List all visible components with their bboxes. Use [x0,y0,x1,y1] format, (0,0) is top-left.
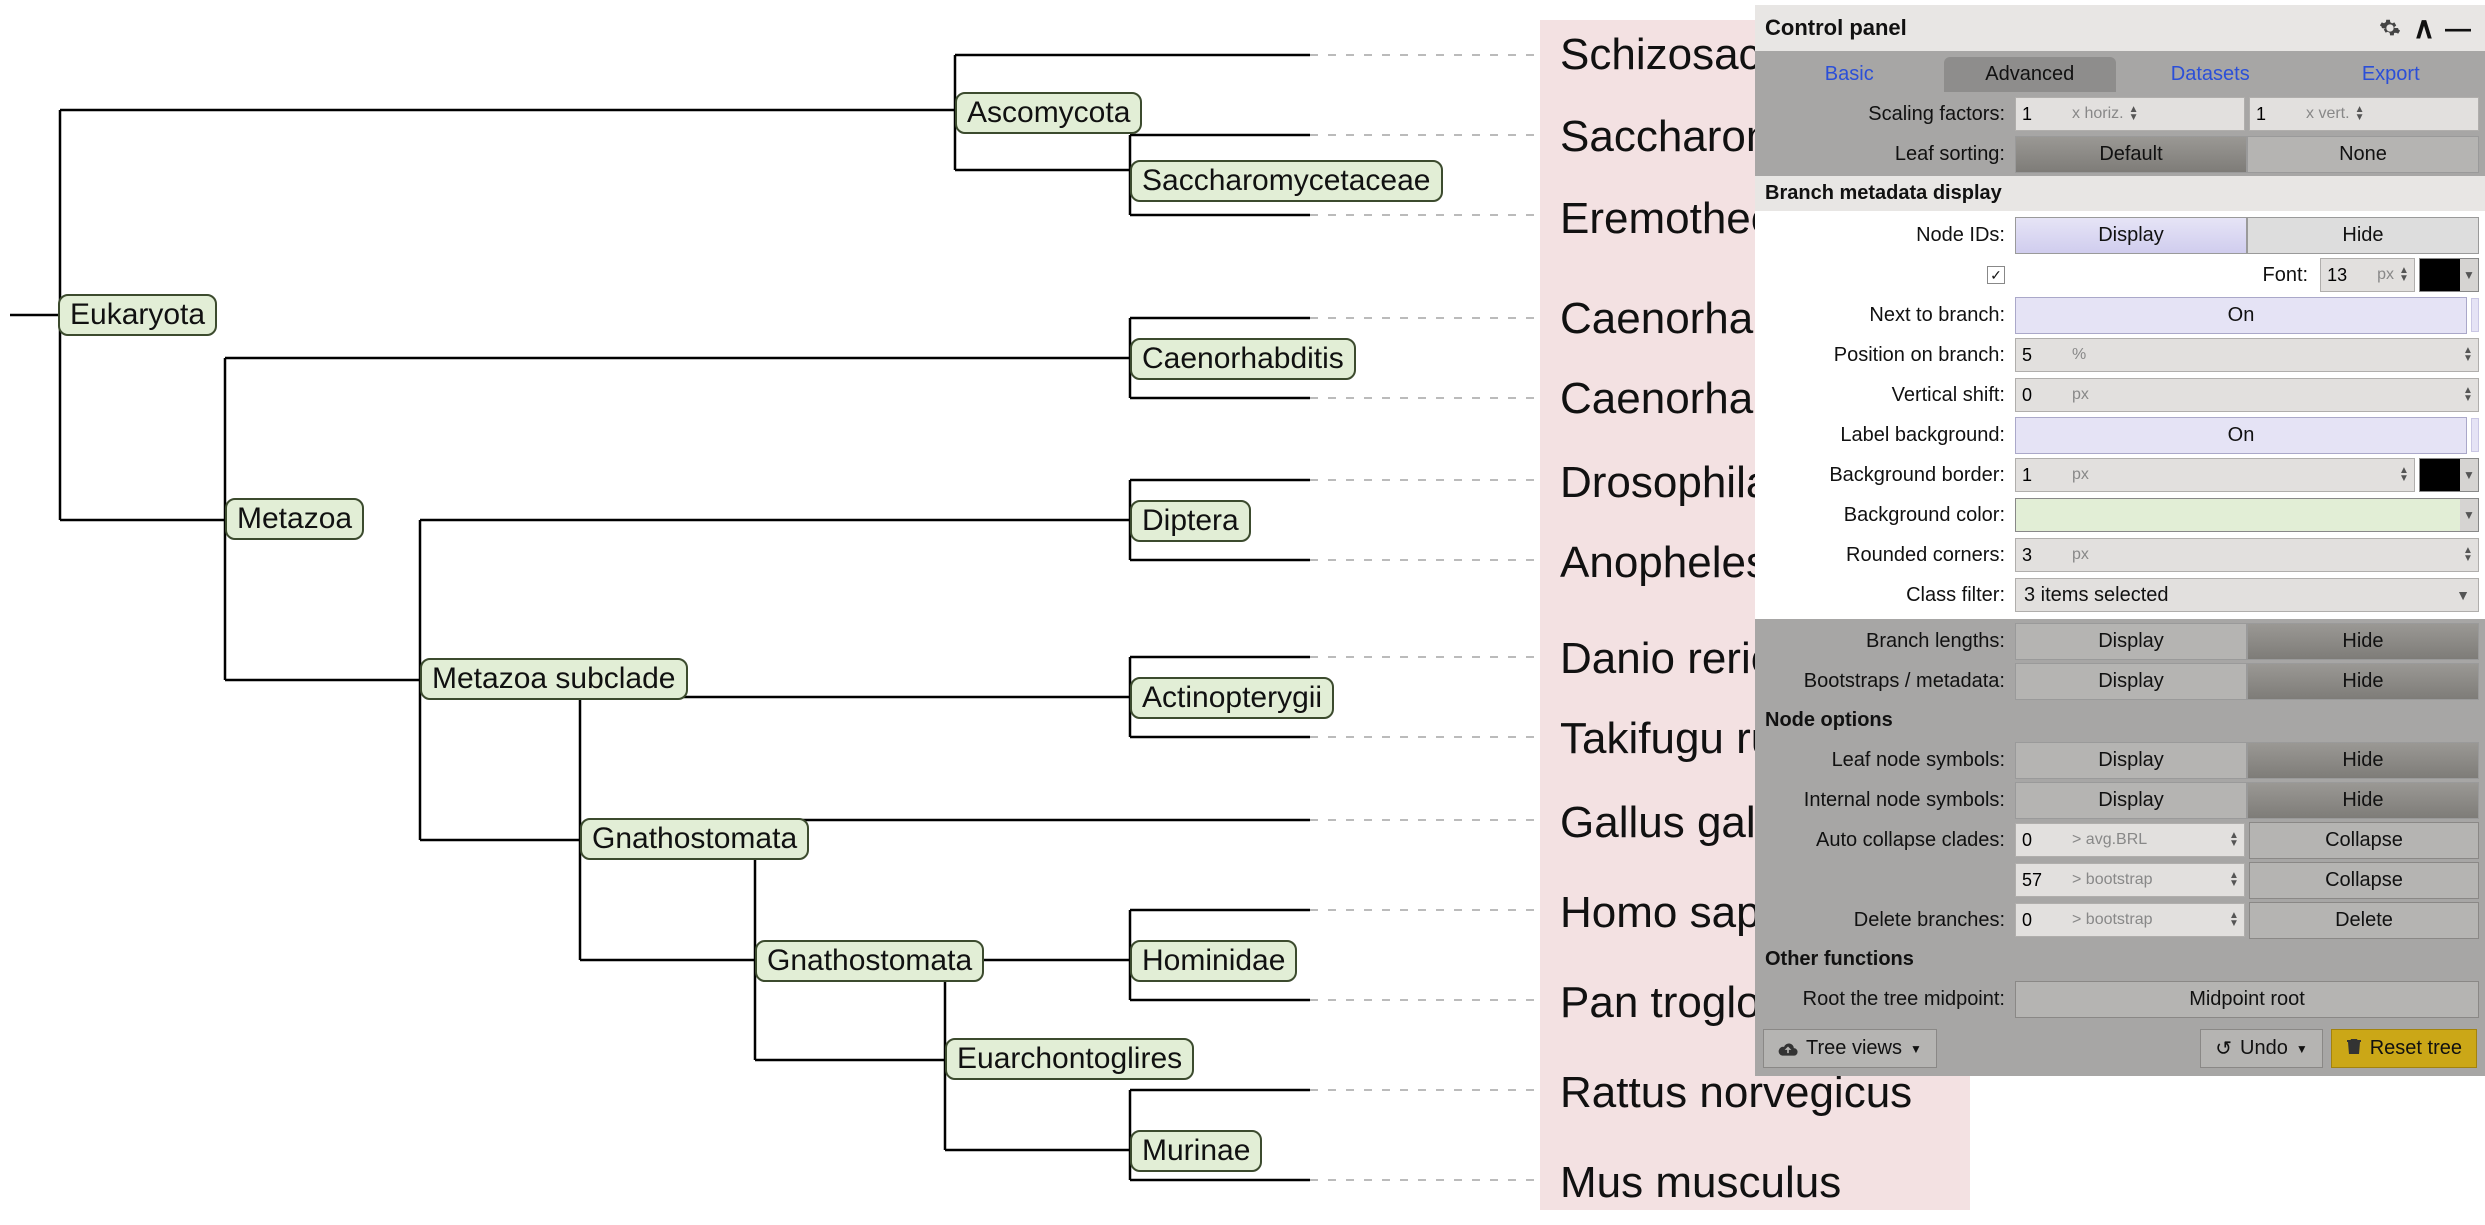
auto-collapse-brl-spinner[interactable]: > avg.BRL ▲▼ [2015,823,2245,857]
undo-button[interactable]: ↺ Undo ▼ [2200,1029,2322,1068]
node-ids-label: Node IDs: [1755,224,2015,247]
rounded-spinner[interactable]: px ▲▼ [2015,538,2479,572]
position-on-branch-label: Position on branch: [1755,344,2015,367]
node-label[interactable]: Metazoa [225,498,364,540]
tab-advanced[interactable]: Advanced [1944,57,2117,92]
branch-lengths-label: Branch lengths: [1755,630,2015,653]
node-label[interactable]: Gnathostomata [755,940,984,982]
vshift-label: Vertical shift: [1755,384,2015,407]
bootstraps-hide[interactable]: Hide [2247,663,2479,700]
slider-handle[interactable] [2471,298,2479,332]
bg-border-spinner[interactable]: px ▲▼ [2015,458,2415,492]
collapse-bootstrap-button[interactable]: Collapse [2249,862,2479,899]
internal-symbols-label: Internal node symbols: [1755,789,2015,812]
tree-views-button[interactable]: Tree views ▼ [1763,1029,1937,1068]
node-label[interactable]: Diptera [1130,500,1251,542]
node-label[interactable]: Actinopterygii [1130,677,1334,719]
font-color-picker[interactable]: ▼ [2419,258,2479,292]
next-to-branch-label: Next to branch: [1755,304,2015,327]
node-ids-hide[interactable]: Hide [2247,217,2479,254]
leaf-label[interactable]: Mus musculus [1560,1158,1841,1208]
delete-branches-button[interactable]: Delete [2249,902,2479,939]
scale-horiz-spinner[interactable]: x horiz. ▲▼ [2015,97,2245,131]
panel-header: Control panel ∧ — [1755,5,2485,51]
gear-icon[interactable] [2373,11,2407,45]
leaf-sort-none[interactable]: None [2247,136,2479,173]
font-size-spinner[interactable]: px ▲▼ [2320,258,2415,292]
node-label[interactable]: Hominidae [1130,940,1297,982]
branch-lengths-hide[interactable]: Hide [2247,623,2479,660]
leaf-symbols-label: Leaf node symbols: [1755,749,2015,772]
leaf-sort-default[interactable]: Default [2015,136,2247,173]
auto-collapse-bootstrap-spinner[interactable]: > bootstrap ▲▼ [2015,863,2245,897]
border-color-picker[interactable]: ▼ [2419,458,2479,492]
position-spinner[interactable]: % ▲▼ [2015,338,2479,372]
leaf-label[interactable]: Danio rerio [1560,634,1775,684]
trash-icon [2346,1037,2362,1061]
node-label[interactable]: Saccharomycetaceae [1130,160,1443,202]
bottom-toolbar: Tree views ▼ ↺ Undo ▼ Reset tree [1755,1021,2485,1076]
reset-tree-button[interactable]: Reset tree [2331,1029,2477,1068]
bootstraps-display[interactable]: Display [2015,663,2247,700]
node-label[interactable]: Eukaryota [58,294,217,336]
leaf-symbols-display[interactable]: Display [2015,742,2247,779]
bootstraps-label: Bootstraps / metadata: [1755,670,2015,693]
rounded-label: Rounded corners: [1755,544,2015,567]
node-label[interactable]: Caenorhabditis [1130,338,1356,380]
delete-branches-spinner[interactable]: > bootstrap ▲▼ [2015,903,2245,937]
auto-collapse-label: Auto collapse clades: [1755,829,2015,852]
node-ids-display[interactable]: Display [2015,217,2247,254]
node-label[interactable]: Metazoa subclade [420,658,688,700]
label-bg-label: Label background: [1755,424,2015,447]
font-checkbox[interactable]: ✓ [1987,266,2005,284]
bg-color-picker[interactable]: ▼ [2015,498,2479,532]
undo-icon: ↺ [2215,1036,2232,1061]
next-to-branch-on[interactable]: On [2015,297,2467,334]
leaf-symbols-hide[interactable]: Hide [2247,742,2479,779]
cloud-upload-icon [1778,1041,1798,1057]
tab-export[interactable]: Export [2305,57,2478,92]
class-filter-label: Class filter: [1755,584,2015,607]
collapse-up-icon[interactable]: ∧ [2407,11,2441,45]
slider-handle[interactable] [2471,418,2479,452]
collapse-brl-button[interactable]: Collapse [2249,822,2479,859]
vshift-spinner[interactable]: px ▲▼ [2015,378,2479,412]
other-functions-title: Other functions [1755,942,2485,977]
bg-color-label: Background color: [1755,504,2015,527]
label-bg-on[interactable]: On [2015,417,2467,454]
internal-symbols-display[interactable]: Display [2015,782,2247,819]
leaf-sorting-label: Leaf sorting: [1755,143,2015,166]
scaling-label: Scaling factors: [1755,103,2015,126]
node-label[interactable]: Euarchontoglires [945,1038,1194,1080]
tab-basic[interactable]: Basic [1763,57,1936,92]
panel-title: Control panel [1765,15,2373,41]
midpoint-root-button[interactable]: Midpoint root [2015,981,2479,1018]
node-label[interactable]: Gnathostomata [580,818,809,860]
bg-border-label: Background border: [1755,464,2015,487]
delete-branches-label: Delete branches: [1755,909,2015,932]
internal-symbols-hide[interactable]: Hide [2247,782,2479,819]
tab-datasets[interactable]: Datasets [2124,57,2297,92]
panel-tabs: Basic Advanced Datasets Export [1755,51,2485,92]
branch-metadata-title: Branch metadata display [1755,176,2485,211]
node-label[interactable]: Murinae [1130,1130,1262,1172]
node-options-title: Node options [1755,703,2485,738]
midpoint-label: Root the tree midpoint: [1755,988,2015,1011]
node-label[interactable]: Ascomycota [955,92,1142,134]
class-filter-select[interactable]: 3 items selected ▼ [2015,578,2479,612]
scale-vert-spinner[interactable]: x vert. ▲▼ [2249,97,2479,131]
control-panel: Control panel ∧ — Basic Advanced Dataset… [1755,5,2485,1076]
branch-lengths-display[interactable]: Display [2015,623,2247,660]
font-label: Font: [2015,264,2316,287]
minimize-icon[interactable]: — [2441,11,2475,45]
